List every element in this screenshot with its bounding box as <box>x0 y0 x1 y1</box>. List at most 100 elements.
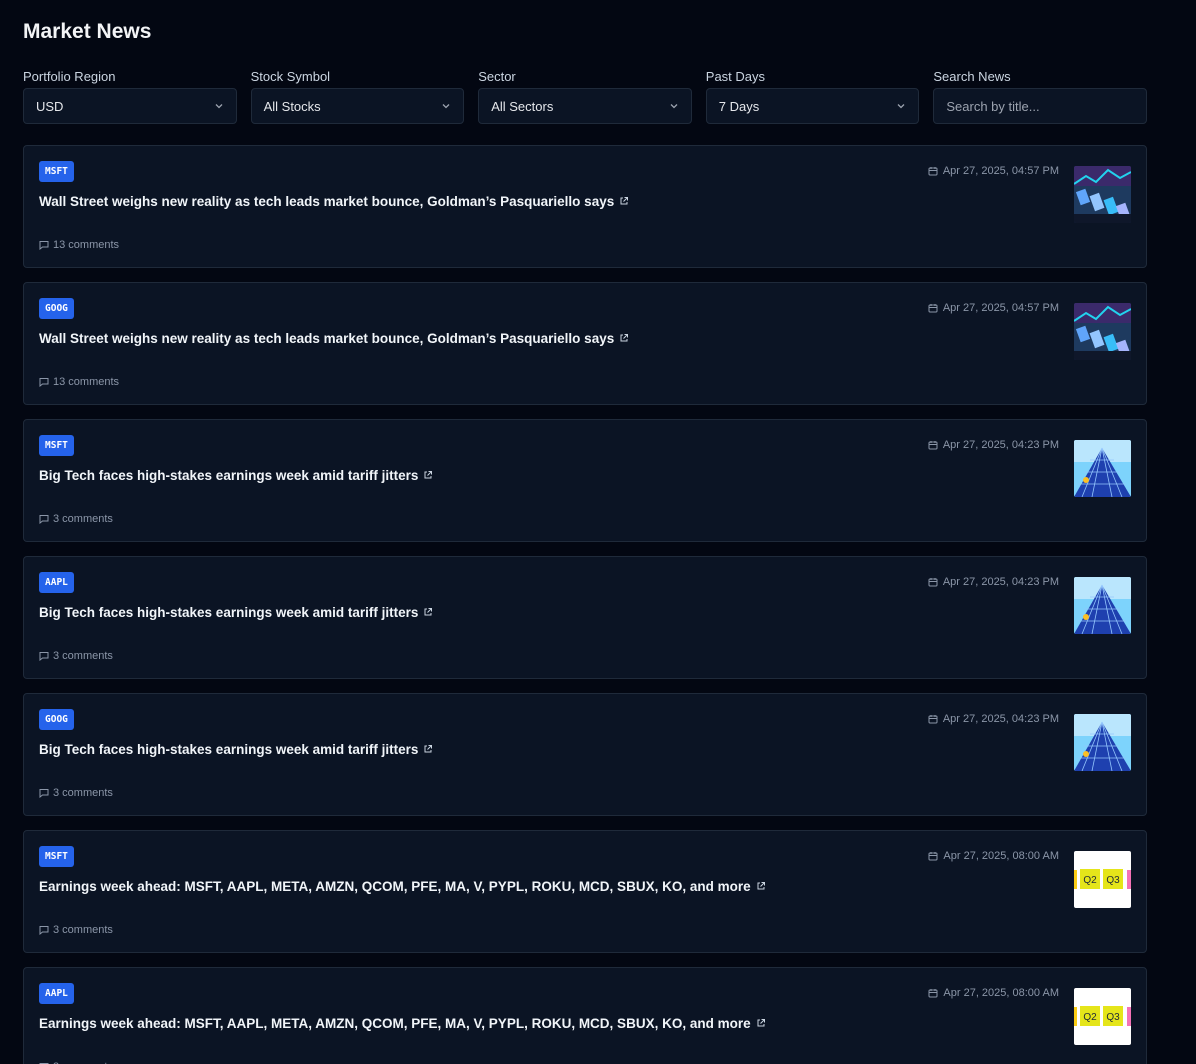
comments-count[interactable]: 13 comments <box>39 239 119 251</box>
thumb-q3-text: Q3 <box>1106 875 1120 886</box>
comments-count-text: 3 comments <box>53 513 113 525</box>
thumbnail-image: Q2 Q3 <box>1074 851 1131 908</box>
ticker-badge[interactable]: MSFT <box>39 161 74 182</box>
ticker-badge[interactable]: AAPL <box>39 572 74 593</box>
external-link-icon[interactable] <box>423 607 433 617</box>
thumb-q2-text: Q2 <box>1083 1012 1097 1023</box>
region-select[interactable]: USD <box>23 88 237 124</box>
calendar-icon <box>928 715 938 724</box>
thumbnail-image <box>1074 577 1131 634</box>
filter-bar: Portfolio Region USD Stock Symbol All St… <box>23 69 1147 124</box>
comments-count[interactable]: 3 comments <box>39 924 113 936</box>
news-card[interactable]: MSFT Apr 27, 2025, 08:00 AM Earnings wee… <box>23 830 1147 953</box>
search-filter-label: Search News <box>933 69 1011 84</box>
calendar-icon <box>928 852 938 861</box>
chevron-down-icon <box>670 104 678 109</box>
comments-count-text: 3 comments <box>53 924 113 936</box>
news-headline[interactable]: Wall Street weighs new reality as tech l… <box>39 329 1131 347</box>
news-headline[interactable]: Wall Street weighs new reality as tech l… <box>39 192 1131 210</box>
comments-count-text: 3 comments <box>53 787 113 799</box>
news-headline-text[interactable]: Big Tech faces high-stakes earnings week… <box>39 468 418 483</box>
comments-count[interactable]: 3 comments <box>39 513 113 525</box>
thumbnail-image <box>1074 440 1131 497</box>
external-link-icon[interactable] <box>756 1018 766 1028</box>
news-card[interactable]: MSFT Apr 27, 2025, 04:57 PM Wall Street … <box>23 145 1147 268</box>
news-thumbnail[interactable] <box>1074 577 1131 634</box>
calendar-icon <box>928 989 938 998</box>
sector-select[interactable]: All Sectors <box>478 88 692 124</box>
news-thumbnail[interactable] <box>1074 166 1131 223</box>
external-link-icon[interactable] <box>423 470 433 480</box>
market-news-page: Market News Portfolio Region USD Stock S… <box>0 0 1196 1064</box>
search-filter: Search News <box>933 69 1147 124</box>
news-thumbnail[interactable]: Q2 Q3 <box>1074 851 1131 908</box>
page-title: Market News <box>23 20 152 43</box>
days-filter-label: Past Days <box>705 69 766 84</box>
news-card[interactable]: GOOG Apr 27, 2025, 04:57 PM Wall Street … <box>23 282 1147 405</box>
ticker-badge[interactable]: GOOG <box>39 298 74 319</box>
news-card[interactable]: AAPL Apr 27, 2025, 08:00 AM Earnings wee… <box>23 967 1147 1064</box>
thumbnail-image <box>1074 303 1131 360</box>
news-headline-text[interactable]: Earnings week ahead: MSFT, AAPL, META, A… <box>39 879 751 894</box>
external-link-icon[interactable] <box>619 196 629 206</box>
days-select-value: 7 Days <box>718 98 760 114</box>
symbol-select-value: All Stocks <box>263 98 321 114</box>
region-filter: Portfolio Region USD <box>23 69 237 124</box>
chevron-down-icon <box>442 104 450 109</box>
thumbnail-image <box>1074 166 1131 223</box>
region-select-value: USD <box>36 98 64 114</box>
comment-icon <box>39 241 49 250</box>
news-card[interactable]: AAPL Apr 27, 2025, 04:23 PM Big Tech fac… <box>23 556 1147 679</box>
comments-count[interactable]: 3 comments <box>39 787 113 799</box>
external-link-icon[interactable] <box>756 881 766 891</box>
news-date-text: Apr 27, 2025, 04:23 PM <box>942 713 1059 725</box>
ticker-badge[interactable]: MSFT <box>39 435 74 456</box>
news-headline-text[interactable]: Wall Street weighs new reality as tech l… <box>39 331 614 346</box>
search-input[interactable] <box>933 88 1147 124</box>
comment-icon <box>39 926 49 935</box>
ticker-badge[interactable]: AAPL <box>39 983 74 1004</box>
news-date: Apr 27, 2025, 08:00 AM <box>928 850 1059 862</box>
news-headline[interactable]: Big Tech faces high-stakes earnings week… <box>39 740 1131 758</box>
news-date: Apr 27, 2025, 04:57 PM <box>928 302 1059 314</box>
news-headline-text[interactable]: Big Tech faces high-stakes earnings week… <box>39 605 418 620</box>
news-headline-text[interactable]: Big Tech faces high-stakes earnings week… <box>39 742 418 757</box>
news-headline[interactable]: Big Tech faces high-stakes earnings week… <box>39 603 1131 621</box>
ticker-badge[interactable]: GOOG <box>39 709 74 730</box>
news-card[interactable]: GOOG Apr 27, 2025, 04:23 PM Big Tech fac… <box>23 693 1147 816</box>
thumbnail-image: Q2 Q3 <box>1074 988 1131 1045</box>
news-date: Apr 27, 2025, 08:00 AM <box>928 987 1059 999</box>
news-headline[interactable]: Big Tech faces high-stakes earnings week… <box>39 466 1131 484</box>
symbol-select[interactable]: All Stocks <box>250 88 465 124</box>
external-link-icon[interactable] <box>619 333 629 343</box>
news-headline-text[interactable]: Earnings week ahead: MSFT, AAPL, META, A… <box>39 1016 751 1031</box>
thumbnail-image <box>1074 714 1131 771</box>
news-card[interactable]: MSFT Apr 27, 2025, 04:23 PM Big Tech fac… <box>23 419 1147 542</box>
news-thumbnail[interactable]: Q2 Q3 <box>1074 988 1131 1045</box>
external-link-icon[interactable] <box>423 744 433 754</box>
news-thumbnail[interactable] <box>1074 440 1131 497</box>
comments-count[interactable]: 3 comments <box>39 650 113 662</box>
days-select[interactable]: 7 Days <box>705 88 920 124</box>
news-headline-text[interactable]: Wall Street weighs new reality as tech l… <box>39 194 614 209</box>
sector-select-value: All Sectors <box>491 98 554 114</box>
news-date: Apr 27, 2025, 04:23 PM <box>928 439 1059 451</box>
comment-icon <box>39 789 49 798</box>
news-date-text: Apr 27, 2025, 08:00 AM <box>943 850 1059 862</box>
ticker-badge[interactable]: MSFT <box>39 846 74 867</box>
comment-icon <box>39 652 49 661</box>
thumb-q2-text: Q2 <box>1083 875 1097 886</box>
sector-filter: Sector All Sectors <box>478 69 692 124</box>
news-thumbnail[interactable] <box>1074 714 1131 771</box>
news-date-text: Apr 27, 2025, 04:57 PM <box>942 165 1059 177</box>
comments-count[interactable]: 13 comments <box>39 376 119 388</box>
symbol-filter: Stock Symbol All Stocks <box>250 69 465 124</box>
chevron-down-icon <box>215 104 223 109</box>
comment-icon <box>39 378 49 387</box>
calendar-icon <box>928 304 938 313</box>
news-thumbnail[interactable] <box>1074 303 1131 360</box>
news-date: Apr 27, 2025, 04:23 PM <box>928 713 1059 725</box>
news-date-text: Apr 27, 2025, 04:57 PM <box>942 302 1059 314</box>
news-headline[interactable]: Earnings week ahead: MSFT, AAPL, META, A… <box>39 877 1131 895</box>
news-headline[interactable]: Earnings week ahead: MSFT, AAPL, META, A… <box>39 1014 1131 1032</box>
